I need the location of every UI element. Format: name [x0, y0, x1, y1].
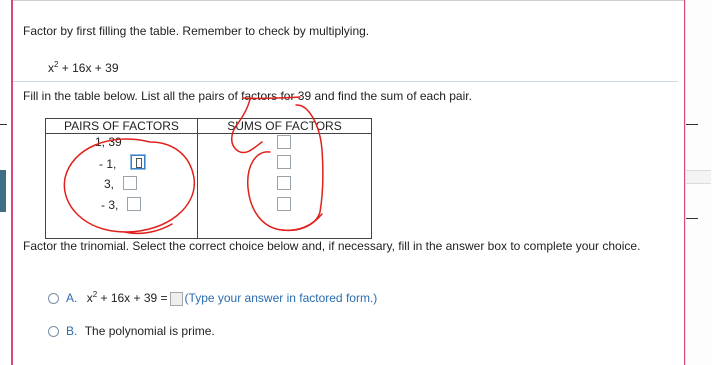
option-a-hint: (Type your answer in factored form.): [184, 291, 378, 305]
sidebar-tab[interactable]: [0, 170, 6, 212]
sum-2-input[interactable]: [277, 155, 291, 169]
sum-3-input[interactable]: [277, 176, 291, 190]
option-b[interactable]: B. The polynomial is prime.: [66, 324, 215, 338]
instructions-text: Factor by first filling the table. Remem…: [23, 24, 370, 38]
content-left-border: [11, 0, 13, 365]
pair-row-3: 3,: [104, 177, 115, 191]
polynomial-exponent: 2: [54, 60, 59, 69]
pairs-column: 1, 39 - 1, 3, - 3,: [45, 133, 198, 239]
choice-prompt-text: Factor the trinomial. Select the correct…: [23, 239, 641, 253]
option-a-variable: x: [86, 291, 93, 305]
header-pairs-of-factors: PAIRS OF FACTORS: [45, 118, 198, 134]
option-a[interactable]: A. x2 + 16x + 39 = (Type your answer in f…: [66, 290, 378, 307]
scrollbar-thumb[interactable]: [686, 170, 711, 184]
edge-tick: [0, 124, 7, 125]
option-a-letter: A.: [66, 291, 78, 305]
option-a-exponent: 2: [92, 290, 98, 299]
polynomial-expression: x2 + 16x + 39: [48, 60, 119, 77]
choice-prompt-line1: Factor the trinomial. Select the correct…: [23, 239, 663, 253]
pair-row-2: - 1,: [99, 157, 117, 171]
option-b-radio[interactable]: [48, 326, 59, 337]
sums-column: [197, 133, 372, 239]
answer-box[interactable]: [169, 291, 183, 306]
option-b-letter: B.: [66, 324, 78, 338]
polynomial-rest: + 16x + 39: [58, 61, 119, 75]
pair-2-second-input[interactable]: [131, 155, 145, 169]
fill-table-prompt: Fill in the table below. List all the pa…: [23, 89, 472, 103]
factors-table: PAIRS OF FACTORS SUMS OF FACTORS 1, 39 -…: [45, 118, 372, 239]
pair-3-second-input[interactable]: [123, 176, 137, 190]
edge-tick: [686, 124, 698, 125]
option-b-text: The polynomial is prime.: [84, 324, 215, 338]
pair-row-1: 1, 39: [95, 135, 122, 149]
sum-1-input[interactable]: [277, 135, 291, 149]
header-sums-of-factors: SUMS OF FACTORS: [197, 118, 372, 134]
section-divider: [13, 81, 678, 82]
pair-row-4: - 3,: [101, 198, 119, 212]
sum-4-input[interactable]: [277, 197, 291, 211]
vertical-scrollbar[interactable]: [685, 0, 712, 365]
option-a-expression: + 16x + 39 =: [97, 291, 168, 305]
option-a-radio[interactable]: [48, 293, 59, 304]
edge-tick: [686, 218, 698, 219]
content-top-border: [13, 0, 684, 1]
pair-4-second-input[interactable]: [127, 197, 141, 211]
